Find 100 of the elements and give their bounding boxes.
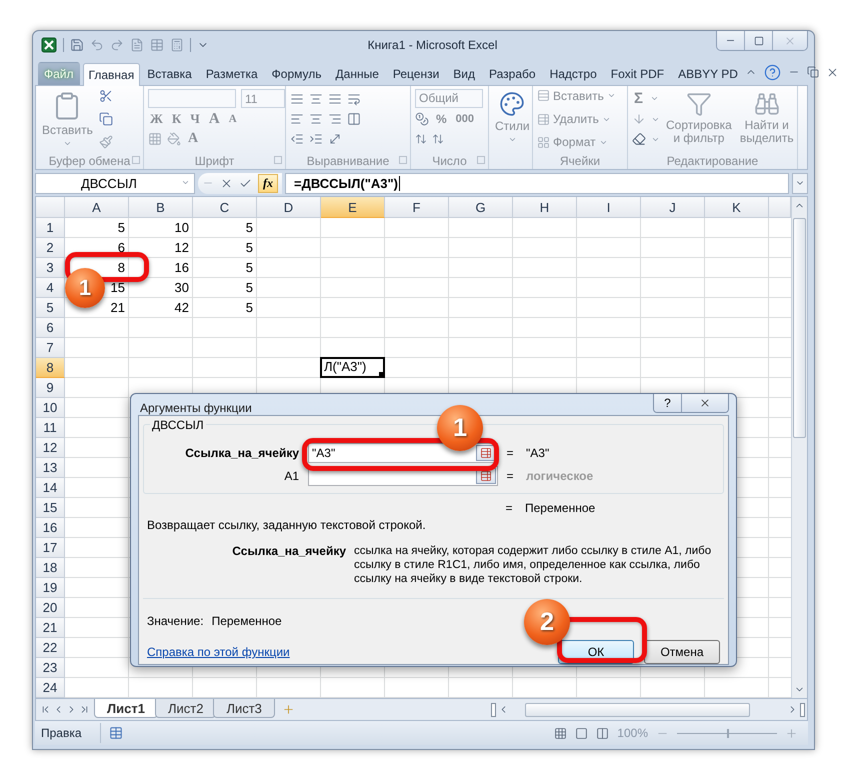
row-header[interactable]: 22: [36, 638, 65, 658]
zoom-in-icon[interactable]: [785, 726, 798, 740]
ribbon-tab[interactable]: Рецензи: [386, 62, 446, 85]
filter-icon[interactable]: [686, 90, 712, 117]
redo-icon[interactable]: [110, 38, 124, 52]
row-header[interactable]: 9: [36, 378, 65, 398]
row-header[interactable]: 13: [36, 458, 65, 478]
form-icon[interactable]: [130, 38, 144, 52]
restore-icon[interactable]: [806, 66, 819, 78]
equals-sign: =: [505, 501, 512, 515]
new-sheet-icon[interactable]: [282, 703, 295, 716]
argument-label: Ссылка_на_ячейку: [185, 446, 300, 460]
calculator-icon[interactable]: [170, 38, 184, 52]
row-header[interactable]: 8: [36, 358, 65, 378]
column-header[interactable]: D: [257, 197, 321, 218]
column-header[interactable]: F: [385, 197, 449, 218]
excel-logo-icon[interactable]: [41, 37, 57, 54]
undo-icon[interactable]: [90, 38, 104, 52]
column-header[interactable]: B: [129, 197, 193, 218]
range-select-icon[interactable]: [480, 470, 492, 482]
row-header[interactable]: 17: [36, 538, 65, 558]
ribbon-tab[interactable]: Foxit PDF: [604, 62, 670, 85]
row-header[interactable]: 12: [36, 438, 65, 458]
group-label: Число: [432, 154, 467, 168]
row-header[interactable]: 4: [36, 278, 65, 298]
row-header[interactable]: 24: [36, 678, 65, 698]
value-label: Значение:: [147, 614, 204, 628]
close-icon[interactable]: [699, 397, 711, 409]
scroll-thumb[interactable]: [793, 218, 806, 438]
range-select-icon[interactable]: [480, 446, 492, 458]
row-header[interactable]: 18: [36, 558, 65, 578]
cell-value: 10: [174, 219, 189, 238]
insert-function-button[interactable]: fx: [258, 174, 278, 193]
row-header[interactable]: 14: [36, 478, 65, 498]
equals-sign: =: [506, 468, 514, 482]
split-handle[interactable]: [491, 702, 496, 717]
ribbon-tab[interactable]: ABBYY PD: [672, 62, 744, 85]
ribbon-tab[interactable]: Вид: [447, 62, 482, 85]
column-header[interactable]: K: [705, 197, 769, 218]
page-layout-icon[interactable]: [575, 726, 588, 740]
cell-value: 6: [118, 239, 125, 258]
argument-name: Ссылка_на_ячейку: [232, 544, 346, 560]
active-cell[interactable]: Л("А3"): [320, 357, 385, 378]
help-link[interactable]: Справка по этой функции: [147, 645, 290, 659]
help-icon[interactable]: [764, 64, 781, 81]
column-header[interactable]: G: [449, 197, 513, 218]
normal-view-icon[interactable]: [554, 726, 568, 740]
ribbon-tab[interactable]: Главная: [82, 62, 140, 86]
column-header[interactable]: A: [65, 197, 129, 218]
cell-value: 15: [110, 279, 125, 298]
row-header[interactable]: 19: [36, 578, 65, 598]
ribbon-tab[interactable]: Вставка: [141, 62, 198, 85]
row-header[interactable]: 10: [36, 398, 65, 418]
vertical-scrollbar[interactable]: [791, 197, 807, 698]
row-header[interactable]: 6: [36, 318, 65, 338]
cancel-button[interactable]: Отмена: [644, 640, 720, 664]
column-header[interactable]: E: [321, 197, 385, 218]
column-header[interactable]: J: [641, 197, 705, 218]
page-break-icon[interactable]: [596, 726, 610, 740]
maximize-button[interactable]: [745, 31, 773, 50]
last-sheet-icon[interactable]: [79, 704, 90, 716]
row-header[interactable]: 1: [36, 218, 65, 238]
ribbon-tab[interactable]: Формуль: [266, 62, 328, 85]
row-header[interactable]: 21: [36, 618, 65, 638]
styles-icon[interactable]: [499, 90, 526, 117]
table-icon[interactable]: [150, 38, 164, 52]
sheet-tab[interactable]: Лист1: [94, 699, 158, 718]
value-text: Переменное: [212, 614, 282, 628]
name-box[interactable]: ДВССЫЛ: [35, 172, 195, 194]
row-header[interactable]: 2: [36, 238, 65, 258]
row-header[interactable]: 7: [36, 338, 65, 358]
ribbon-tab[interactable]: Разметка: [200, 62, 264, 85]
help-button[interactable]: ?: [654, 394, 682, 412]
row-header[interactable]: 20: [36, 598, 65, 618]
macro-icon[interactable]: [108, 726, 123, 740]
format-cells-icon[interactable]: [537, 136, 550, 149]
row-header[interactable]: 16: [36, 518, 65, 538]
split-handle[interactable]: [800, 702, 805, 717]
row-header[interactable]: 5: [36, 298, 65, 318]
cell-value: 8: [118, 259, 125, 278]
ribbon-tab[interactable]: Надстро: [544, 62, 603, 85]
first-sheet-icon[interactable]: [40, 704, 51, 716]
row-header[interactable]: 11: [36, 418, 65, 438]
ribbon-tab[interactable]: Данные: [330, 62, 385, 85]
save-icon[interactable]: [70, 38, 84, 52]
scroll-thumb[interactable]: [525, 702, 750, 717]
sheet-tab[interactable]: Лист3: [213, 699, 275, 718]
row-header[interactable]: 23: [36, 658, 65, 678]
row-header[interactable]: 15: [36, 498, 65, 518]
row-header[interactable]: 3: [36, 258, 65, 278]
insert-rows-icon[interactable]: [537, 89, 550, 102]
column-header[interactable]: C: [193, 197, 257, 218]
maximize-icon[interactable]: [754, 36, 764, 46]
binoculars-icon[interactable]: [754, 90, 780, 117]
cell-value: 30: [174, 279, 189, 298]
sheet-tab[interactable]: Лист2: [154, 699, 216, 718]
ribbon-tab[interactable]: Разрабо: [483, 62, 542, 85]
column-header[interactable]: I: [577, 197, 641, 218]
formula-field[interactable]: =ДВССЫЛ("А3"): [285, 172, 789, 194]
column-header[interactable]: H: [513, 197, 577, 218]
